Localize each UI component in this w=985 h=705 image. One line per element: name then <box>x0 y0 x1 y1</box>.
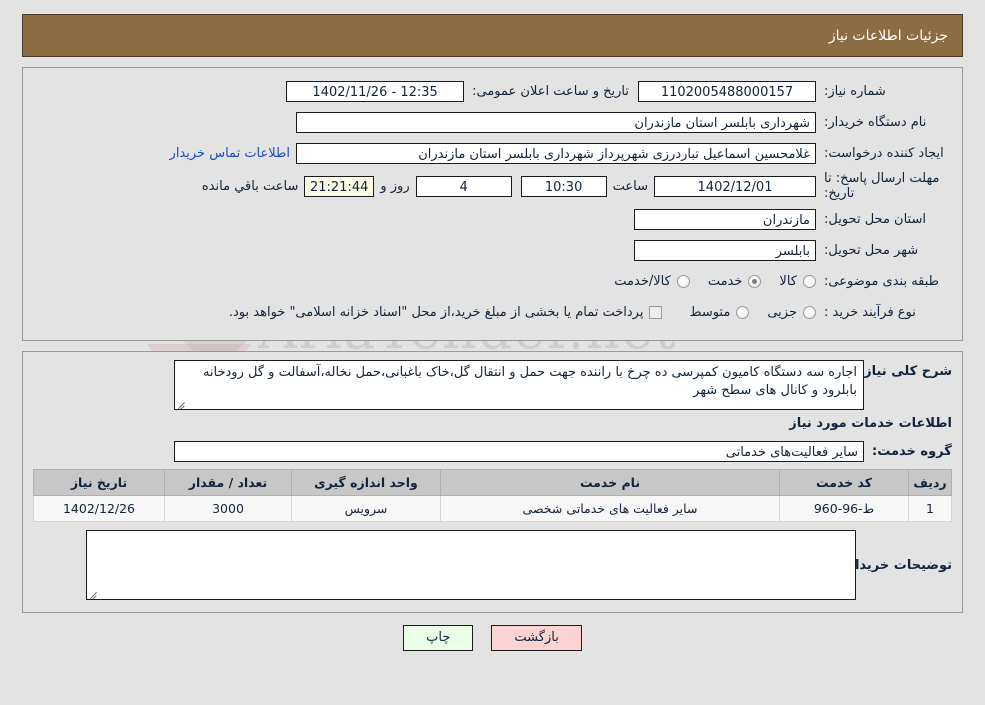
row-deadline: مهلت ارسال پاسخ: تا تاریخ: 1402/12/01 سا… <box>33 171 952 201</box>
print-button[interactable]: چاپ <box>403 625 474 651</box>
cell-radif: 1 <box>908 495 952 522</box>
category-label: طبقه بندی موضوعی: <box>824 273 940 289</box>
deadline-time-field[interactable]: 10:30 <box>520 175 607 197</box>
resize-grip-icon[interactable] <box>177 398 187 408</box>
province-label: استان محل تحویل: <box>824 211 926 227</box>
general-info-panel: شماره نیاز: 1102005488000157 تاریخ و ساع… <box>22 67 963 341</box>
column-header-radif: ردیف <box>908 469 952 496</box>
process-option-jozi[interactable]: جزیی <box>767 305 816 320</box>
buyer-org-field[interactable]: شهرداری بابلسر استان مازندران <box>296 111 816 133</box>
radio-icon[interactable] <box>803 305 816 319</box>
column-header-unit: واحد اندازه گیری <box>291 469 441 496</box>
page-root: جزئیات اطلاعات نیاز شماره نیاز: 11020054… <box>0 14 985 651</box>
buyer-org-label: نام دستگاه خریدار: <box>824 114 927 130</box>
buyer-notes-label: توضیحات خریدار: <box>842 558 952 573</box>
page-header: جزئیات اطلاعات نیاز <box>22 14 963 57</box>
need-details-panel: شرح کلی نیاز: اجاره سه دستگاه کامیون کمپ… <box>22 351 963 613</box>
action-button-bar: بازگشت چاپ <box>0 625 985 651</box>
treasury-docs-note: پرداخت تمام یا بخشی از مبلغ خرید،از محل … <box>228 304 644 320</box>
cell-need-date: 1402/12/26 <box>33 495 165 522</box>
category-option-label: کالا <box>779 273 797 289</box>
days-label: روز و <box>380 178 410 194</box>
need-summary-text: اجاره سه دستگاه کامیون کمپرسی ده چرخ با … <box>202 365 857 398</box>
process-option-motavaset[interactable]: متوسط <box>689 304 750 320</box>
announce-datetime-field[interactable]: 12:35 - 1402/11/26 <box>286 80 465 102</box>
back-button[interactable]: بازگشت <box>491 625 582 651</box>
row-buyer-notes: توضیحات خریدار: <box>33 530 952 600</box>
category-option-khedmat[interactable]: خدمت <box>708 274 762 289</box>
need-number-label: شماره نیاز: <box>824 83 886 99</box>
treasury-docs-checkbox[interactable] <box>649 305 663 319</box>
purchase-process-radio-group: جزیی متوسط <box>671 305 816 320</box>
category-option-label: خدمت <box>707 273 743 289</box>
category-radio-group: کالا خدمت کالا/خدمت <box>596 274 816 289</box>
process-option-label: جزیی <box>767 304 797 320</box>
row-request-creator: ایجاد کننده درخواست: غلامحسین اسماعیل تب… <box>33 140 952 166</box>
need-summary-label: شرح کلی نیاز: <box>858 364 952 379</box>
resize-grip-icon[interactable] <box>89 588 99 598</box>
column-header-code: کد خدمت <box>779 469 909 496</box>
services-table: ردیف کد خدمت نام خدمت واحد اندازه گیری ت… <box>33 469 952 522</box>
remaining-days-field[interactable]: 4 <box>415 175 512 197</box>
need-summary-textarea[interactable]: اجاره سه دستگاه کامیون کمپرسی ده چرخ با … <box>174 360 864 410</box>
cell-name: سایر فعالیت های خدماتی شخصی <box>440 495 780 522</box>
radio-icon[interactable] <box>803 274 816 288</box>
row-need-number: شماره نیاز: 1102005488000157 تاریخ و ساع… <box>33 78 952 104</box>
table-header-row: ردیف کد خدمت نام خدمت واحد اندازه گیری ت… <box>33 469 952 496</box>
buyer-notes-textarea[interactable] <box>86 530 856 600</box>
cell-quantity: 3000 <box>164 495 292 522</box>
row-purchase-process: نوع فرآیند خرید : جزیی متوسط پرداخت تمام… <box>33 299 952 325</box>
row-need-summary: شرح کلی نیاز: اجاره سه دستگاه کامیون کمپ… <box>33 360 952 410</box>
process-option-label: متوسط <box>689 304 731 320</box>
table-row[interactable]: 1 ط-96-960 سایر فعالیت های خدماتی شخصی س… <box>33 495 952 522</box>
province-field[interactable]: مازندران <box>634 208 816 230</box>
hour-label: ساعت <box>612 178 648 194</box>
service-group-label: گروه خدمت: <box>872 443 952 459</box>
request-creator-label: ایجاد کننده درخواست: <box>824 145 944 161</box>
row-buyer-org: نام دستگاه خریدار: شهرداری بابلسر استان … <box>33 109 952 135</box>
countdown-timer-field: 21:21:44 <box>304 175 375 197</box>
row-city: شهر محل تحویل: بابلسر <box>33 237 952 263</box>
column-header-need-date: تاریخ نیاز <box>33 469 165 496</box>
category-option-kala[interactable]: کالا <box>779 274 816 289</box>
city-field[interactable]: بابلسر <box>634 239 816 261</box>
request-creator-field[interactable]: غلامحسین اسماعیل تباردرزی شهرپرداز شهردا… <box>296 142 816 164</box>
radio-icon[interactable] <box>736 305 750 319</box>
deadline-date-field[interactable]: 1402/12/01 <box>654 175 816 197</box>
services-section-title: اطلاعات خدمات مورد نیاز <box>789 416 952 431</box>
need-number-field[interactable]: 1102005488000157 <box>638 80 816 102</box>
row-province: استان محل تحویل: مازندران <box>33 206 952 232</box>
buyer-contact-link[interactable]: اطلاعات تماس خریدار <box>164 146 296 161</box>
column-header-name: نام خدمت <box>440 469 780 496</box>
page-title: جزئیات اطلاعات نیاز <box>828 27 948 44</box>
city-label: شهر محل تحویل: <box>824 242 919 258</box>
row-service-group: گروه خدمت: سایر فعالیت‌های خدماتی <box>33 438 952 464</box>
category-option-label: کالا/خدمت <box>614 273 671 289</box>
row-category: طبقه بندی موضوعی: کالا خدمت کالا/خدمت <box>33 268 952 294</box>
column-header-quantity: تعداد / مقدار <box>164 469 292 496</box>
cell-unit: سرویس <box>291 495 441 522</box>
cell-code: ط-96-960 <box>779 495 909 522</box>
radio-icon[interactable] <box>676 274 690 288</box>
purchase-process-label: نوع فرآیند خرید : <box>824 304 916 320</box>
category-option-kala-khedmat[interactable]: کالا/خدمت <box>614 274 690 289</box>
remaining-hours-label: ساعت باقي مانده <box>201 178 299 194</box>
announce-datetime-label: تاریخ و ساعت اعلان عمومی: <box>472 83 629 99</box>
radio-icon[interactable] <box>748 274 762 288</box>
deadline-label: مهلت ارسال پاسخ: تا تاریخ: <box>824 171 940 201</box>
service-group-field[interactable]: سایر فعالیت‌های خدماتی <box>174 440 864 462</box>
